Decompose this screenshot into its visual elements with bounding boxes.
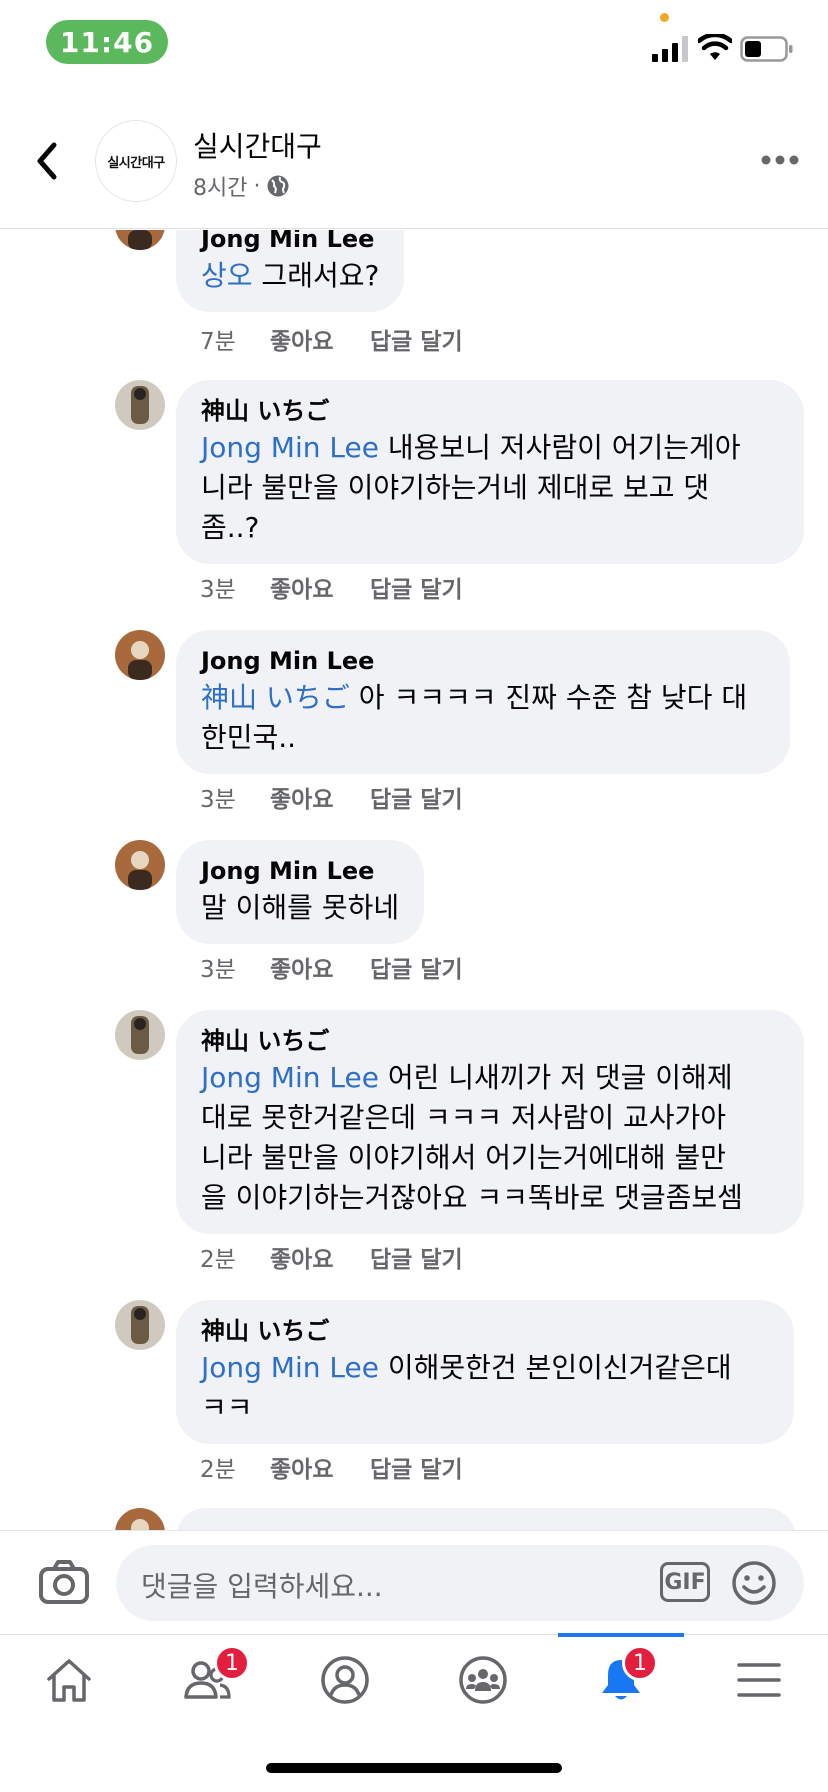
like-button[interactable]: 좋아요 xyxy=(270,950,370,984)
nav-notifications[interactable]: 1 xyxy=(552,1635,690,1735)
comment-composer: 댓글을 입력하세요... GIF xyxy=(0,1530,828,1634)
comment-actions: 2분 좋아요 답글 달기 xyxy=(200,1450,463,1484)
comment-mention[interactable]: Jong Min Lee xyxy=(201,1351,379,1384)
comment-bubble[interactable]: 神山 いちご Jong Min Lee 이해못한건 본인이신거같은대 ㅋㅋ xyxy=(176,1300,794,1444)
comment-time[interactable]: 3분 xyxy=(200,570,270,604)
more-options-icon[interactable] xyxy=(760,153,800,167)
wifi-icon xyxy=(698,34,732,60)
home-icon xyxy=(47,1659,91,1702)
comment-bubble[interactable] xyxy=(176,1508,796,1530)
comment-actions: 3분 좋아요 답글 달기 xyxy=(200,780,463,814)
comment-actions: 2분 좋아요 답글 달기 xyxy=(200,1240,463,1274)
comment-mention[interactable]: Jong Min Lee xyxy=(201,1061,379,1094)
comment-bubble[interactable]: 神山 いちご Jong Min Lee 내용보니 저사람이 어기는게아 니라 불… xyxy=(176,380,804,564)
avatar[interactable] xyxy=(115,840,165,890)
friends-badge: 1 xyxy=(214,1645,250,1681)
signal-icon xyxy=(652,36,688,62)
emoji-icon[interactable] xyxy=(730,1559,778,1607)
reply-button[interactable]: 답글 달기 xyxy=(370,1450,463,1484)
nav-menu[interactable] xyxy=(690,1635,828,1735)
like-button[interactable]: 좋아요 xyxy=(270,1450,370,1484)
home-indicator[interactable] xyxy=(266,1763,562,1773)
comment-actions: 7분 좋아요 답글 달기 xyxy=(200,322,463,356)
comment-body: 그래서요? xyxy=(252,259,380,292)
like-button[interactable]: 좋아요 xyxy=(270,780,370,814)
comment-mention[interactable]: 상오 xyxy=(201,259,253,292)
status-time: 11:46 xyxy=(46,20,168,64)
reply-button[interactable]: 답글 달기 xyxy=(370,950,463,984)
reply-button[interactable]: 답글 달기 xyxy=(370,570,463,604)
avatar[interactable] xyxy=(115,1508,165,1530)
comment-bubble[interactable]: Jong Min Lee 神山 いちご 아 ㅋㅋㅋㅋ 진짜 수준 참 낮다 대 … xyxy=(176,630,790,774)
comment-time[interactable]: 3분 xyxy=(200,950,270,984)
post-header: 실시간대구 실시간대구 8시간 · xyxy=(0,105,828,229)
page-avatar-text: 실시간대구 xyxy=(107,155,165,171)
comment-author[interactable]: Jong Min Lee xyxy=(201,230,379,256)
menu-icon xyxy=(737,1663,781,1697)
meta-separator: · xyxy=(253,173,261,199)
comment-body: 말 이해를 못하네 xyxy=(201,891,400,924)
avatar[interactable] xyxy=(115,1010,165,1060)
globe-icon xyxy=(267,175,289,197)
comment-text: 神山 いちご 아 ㅋㅋㅋㅋ 진짜 수준 참 낮다 대 한민국.. xyxy=(201,678,765,758)
comment-text: Jong Min Lee 이해못한건 본인이신거같은대 ㅋㅋ xyxy=(201,1348,769,1428)
page-avatar[interactable]: 실시간대구 xyxy=(95,120,177,202)
battery-icon xyxy=(740,36,793,62)
comments-list[interactable]: Jong Min Lee 상오 그래서요? 7분 좋아요 답글 달기 神山 いち… xyxy=(0,230,828,1530)
comment-author[interactable]: 神山 いちご xyxy=(201,1314,769,1348)
status-bar: 11:46 xyxy=(0,0,828,92)
comment-actions: 3분 좋아요 답글 달기 xyxy=(200,570,463,604)
comment-text: Jong Min Lee 어린 니새끼가 저 댓글 이해제 대로 못한거같은데 … xyxy=(201,1058,779,1218)
reply-button[interactable]: 답글 달기 xyxy=(370,1240,463,1274)
camera-icon[interactable] xyxy=(38,1559,90,1605)
groups-icon xyxy=(459,1656,507,1704)
avatar[interactable] xyxy=(115,1300,165,1350)
profile-icon xyxy=(321,1656,369,1704)
comment-bubble[interactable]: Jong Min Lee 말 이해를 못하네 xyxy=(176,840,425,944)
nav-friends[interactable]: 1 xyxy=(138,1635,276,1735)
comment-text: 상오 그래서요? xyxy=(201,256,379,296)
back-arrow-icon[interactable] xyxy=(32,139,62,183)
comment-time[interactable]: 2분 xyxy=(200,1450,270,1484)
like-button[interactable]: 좋아요 xyxy=(270,570,370,604)
privacy-indicator-icon xyxy=(660,13,669,22)
like-button[interactable]: 좋아요 xyxy=(270,322,370,356)
comment-input[interactable]: 댓글을 입력하세요... GIF xyxy=(116,1545,804,1621)
nav-profile[interactable] xyxy=(276,1635,414,1735)
comment-bubble[interactable]: 神山 いちご Jong Min Lee 어린 니새끼가 저 댓글 이해제 대로 … xyxy=(176,1010,804,1234)
comment-text: 말 이해를 못하네 xyxy=(201,888,399,928)
page-name[interactable]: 실시간대구 xyxy=(193,125,322,165)
comment-time[interactable]: 7분 xyxy=(200,322,270,356)
comment-text: Jong Min Lee 내용보니 저사람이 어기는게아 니라 불만을 이야기하… xyxy=(201,428,779,548)
comment-author[interactable]: Jong Min Lee xyxy=(201,854,399,888)
post-meta: 8시간 · xyxy=(193,170,290,202)
comment-bubble[interactable]: Jong Min Lee 상오 그래서요? xyxy=(176,230,405,312)
comment-mention[interactable]: Jong Min Lee xyxy=(201,431,379,464)
comment-input-placeholder: 댓글을 입력하세요... xyxy=(141,1570,383,1603)
comment-author[interactable]: 神山 いちご xyxy=(201,1024,779,1058)
comment-time[interactable]: 2분 xyxy=(200,1240,270,1274)
post-time: 8시간 xyxy=(193,176,248,201)
notifications-badge: 1 xyxy=(622,1645,658,1681)
avatar[interactable] xyxy=(115,230,165,250)
reply-button[interactable]: 답글 달기 xyxy=(370,780,463,814)
like-button[interactable]: 좋아요 xyxy=(270,1240,370,1274)
reply-button[interactable]: 답글 달기 xyxy=(370,322,463,356)
comment-author[interactable]: Jong Min Lee xyxy=(201,644,765,678)
nav-groups[interactable] xyxy=(414,1635,552,1735)
comment-mention[interactable]: 神山 いちご xyxy=(201,681,350,714)
comment-time[interactable]: 3분 xyxy=(200,780,270,814)
comment-actions: 3분 좋아요 답글 달기 xyxy=(200,950,463,984)
avatar[interactable] xyxy=(115,380,165,430)
gif-button[interactable]: GIF xyxy=(660,1562,710,1602)
comment-author[interactable]: 神山 いちご xyxy=(201,394,779,428)
nav-home[interactable] xyxy=(0,1635,138,1735)
avatar[interactable] xyxy=(115,630,165,680)
